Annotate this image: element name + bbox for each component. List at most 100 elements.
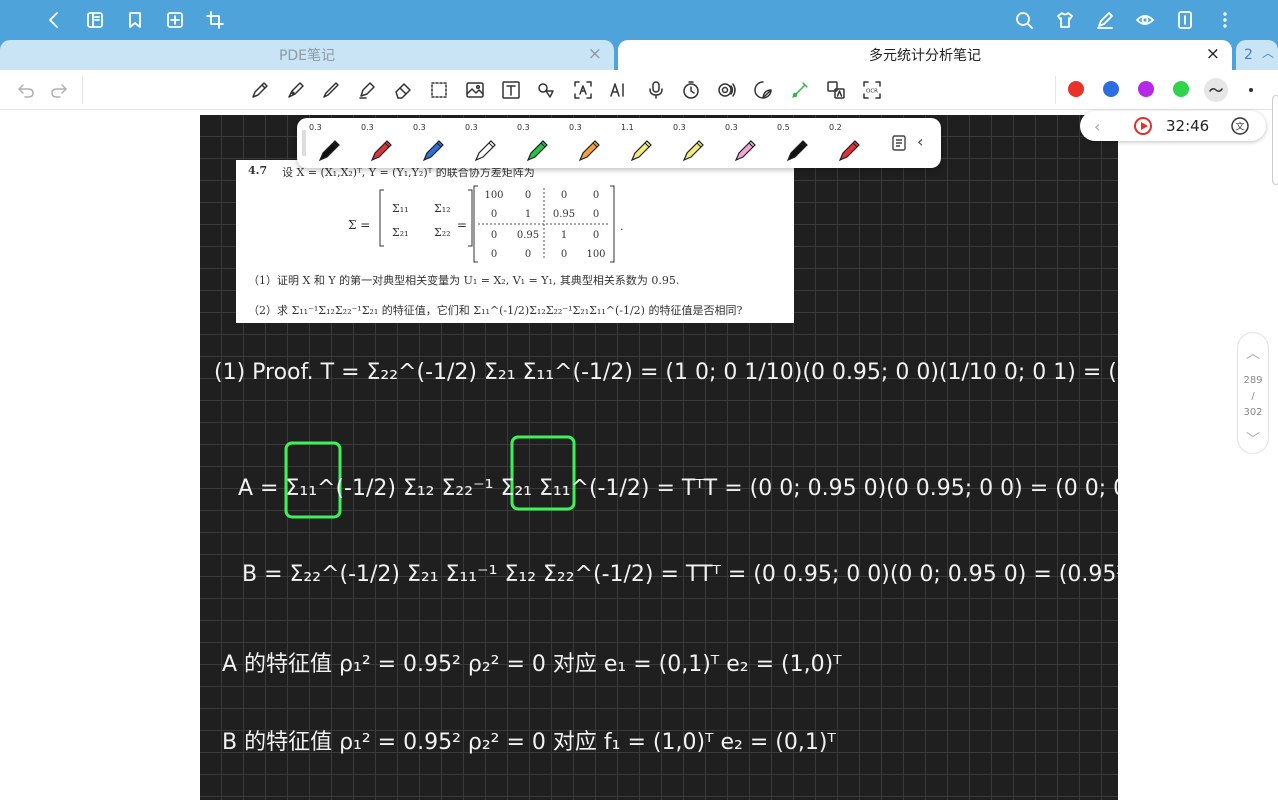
- tab-multivariate-notes[interactable]: 多元统计分析笔记 ×: [618, 40, 1232, 70]
- bookmark-icon[interactable]: [123, 8, 147, 32]
- pen-settings-icon[interactable]: [889, 133, 909, 153]
- page-down-icon[interactable]: ﹀: [1246, 429, 1260, 449]
- note-line-5: B 的特征值 ρ₁² = 0.95² ρ₂² = 0 对应 f₁ = (1,0)…: [222, 730, 836, 755]
- pen-preset[interactable]: 0.3: [307, 120, 351, 166]
- drag-handle[interactable]: [302, 130, 306, 156]
- pen-icon: [786, 140, 808, 162]
- brush-pen-tool-icon[interactable]: [320, 79, 342, 101]
- tab-overflow[interactable]: 2 ︿: [1236, 40, 1278, 70]
- pen-size-label: 1.1: [621, 123, 634, 132]
- timer-value: 32:46: [1166, 117, 1210, 135]
- pen-preset[interactable]: 0.3: [723, 120, 767, 166]
- sticker-icon[interactable]: [752, 79, 774, 101]
- pen-size-label: 0.2: [829, 123, 842, 132]
- pen-icon: [370, 140, 392, 162]
- total-pages: 302: [1243, 407, 1263, 418]
- eye-icon[interactable]: [1133, 8, 1157, 32]
- transcribe-icon[interactable]: 文: [1230, 116, 1250, 136]
- page-navigator: ︿ 289 / 302 ﹀: [1237, 332, 1269, 454]
- page-separator: /: [1251, 391, 1255, 402]
- dot-size-icon[interactable]: [1240, 79, 1262, 101]
- laser-pointer-icon[interactable]: [789, 79, 811, 101]
- pen-size-label: 0.3: [413, 123, 426, 132]
- tab-pde-notes[interactable]: PDE笔记 ×: [0, 40, 614, 70]
- tab-count: 2: [1244, 47, 1253, 63]
- color-swatch-blue[interactable]: [1103, 81, 1119, 97]
- pen-icon: [682, 140, 704, 162]
- pen-size-label: 0.5: [777, 123, 790, 132]
- pen-icon: [318, 140, 340, 162]
- close-icon[interactable]: ×: [1206, 46, 1220, 63]
- top-app-bar: [0, 0, 1278, 40]
- shape-tool-icon[interactable]: [535, 79, 557, 101]
- more-vertical-icon[interactable]: [1213, 8, 1237, 32]
- lasso-select-icon[interactable]: [428, 79, 450, 101]
- back-arrow-icon[interactable]: [42, 8, 66, 32]
- chevron-left-icon[interactable]: ‹: [1094, 117, 1100, 136]
- toolbar-divider: [1055, 76, 1056, 104]
- note-line-4: A 的特征值 ρ₁² = 0.95² ρ₂² = 0 对应 e₁ = (0,1)…: [222, 652, 842, 677]
- chevron-up-icon: ︿: [1262, 46, 1275, 60]
- collapse-chevron-icon[interactable]: ‹: [917, 132, 923, 151]
- side-panel-handle[interactable]: [1272, 95, 1278, 185]
- color-swatch-purple[interactable]: [1138, 81, 1154, 97]
- audio-record-icon[interactable]: [716, 79, 738, 101]
- handwritten-notes: (1) Proof. T = Σ₂₂^(-1/2) Σ₂₁ Σ₁₁^(-1/2)…: [214, 360, 1118, 755]
- eraser-tool-icon[interactable]: [392, 79, 414, 101]
- record-play-icon[interactable]: [1134, 117, 1152, 135]
- pen-size-label: 0.3: [309, 123, 322, 132]
- page-layout-icon[interactable]: [1173, 8, 1197, 32]
- timer-icon[interactable]: [680, 79, 702, 101]
- pen-preset[interactable]: 0.3: [671, 120, 715, 166]
- pen-preset[interactable]: 0.3: [463, 120, 507, 166]
- image-insert-icon[interactable]: [464, 79, 486, 101]
- undo-icon[interactable]: [15, 79, 37, 101]
- crop-icon[interactable]: [203, 8, 227, 32]
- pen-icon: [838, 140, 860, 162]
- pen-preset[interactable]: 0.3: [567, 120, 611, 166]
- pen-edit-icon[interactable]: [1093, 8, 1117, 32]
- text-box-icon[interactable]: [500, 79, 522, 101]
- pen-size-label: 0.3: [569, 123, 582, 132]
- pen-preset[interactable]: 1.1: [619, 120, 663, 166]
- pen-preset[interactable]: 0.5: [775, 120, 819, 166]
- pen-icon: [578, 140, 600, 162]
- note-line-3: B = Σ₂₂^(-1/2) Σ₂₁ Σ₁₁⁻¹ Σ₁₂ Σ₂₂^(-1/2) …: [242, 562, 1118, 587]
- add-page-icon[interactable]: [163, 8, 187, 32]
- search-icon[interactable]: [1012, 8, 1036, 32]
- pen-icon: [630, 140, 652, 162]
- pen-preset[interactable]: 0.3: [515, 120, 559, 166]
- color-swatch-red[interactable]: [1068, 81, 1084, 97]
- pen-size-label: 0.3: [517, 123, 530, 132]
- highlighter-tool-icon[interactable]: [356, 79, 378, 101]
- ocr-scan-icon[interactable]: OCR: [861, 79, 883, 101]
- redo-icon[interactable]: [48, 79, 70, 101]
- shirt-theme-icon[interactable]: [1053, 8, 1077, 32]
- svg-text:OCR: OCR: [866, 89, 878, 95]
- pen-preset[interactable]: 0.3: [411, 120, 455, 166]
- page-up-icon[interactable]: ︿: [1246, 343, 1260, 363]
- current-page: 289: [1243, 375, 1263, 386]
- tool-toolbar: OCR: [0, 70, 1278, 110]
- color-swatch-green[interactable]: [1173, 81, 1189, 97]
- note-line-2: A = Σ₁₁^(-1/2) Σ₁₂ Σ₂₂⁻¹ Σ₂₁ Σ₁₁^(-1/2) …: [238, 476, 1118, 501]
- pen-icon: [734, 140, 756, 162]
- book-outline-icon[interactable]: [83, 8, 107, 32]
- fountain-pen-tool-icon[interactable]: [285, 79, 307, 101]
- ai-assistant-icon[interactable]: [608, 79, 630, 101]
- svg-text:文: 文: [1235, 121, 1244, 133]
- toolbar-divider: [82, 76, 83, 104]
- microphone-icon[interactable]: [645, 79, 667, 101]
- pen-icon: [526, 140, 548, 162]
- pen-preset[interactable]: 0.3: [359, 120, 403, 166]
- pen-preset[interactable]: 0.2: [827, 120, 871, 166]
- note-line-1: (1) Proof. T = Σ₂₂^(-1/2) Σ₂₁ Σ₁₁^(-1/2)…: [214, 360, 1118, 385]
- stroke-style-icon[interactable]: [1204, 78, 1228, 102]
- pen-size-label: 0.3: [465, 123, 478, 132]
- pencil-tool-icon[interactable]: [249, 79, 271, 101]
- close-icon[interactable]: ×: [588, 46, 602, 63]
- text-recognition-icon[interactable]: [572, 79, 594, 101]
- translate-icon[interactable]: [825, 79, 847, 101]
- recording-timer: ‹ 32:46 文: [1080, 111, 1266, 141]
- tab-label: 多元统计分析笔记: [869, 48, 981, 64]
